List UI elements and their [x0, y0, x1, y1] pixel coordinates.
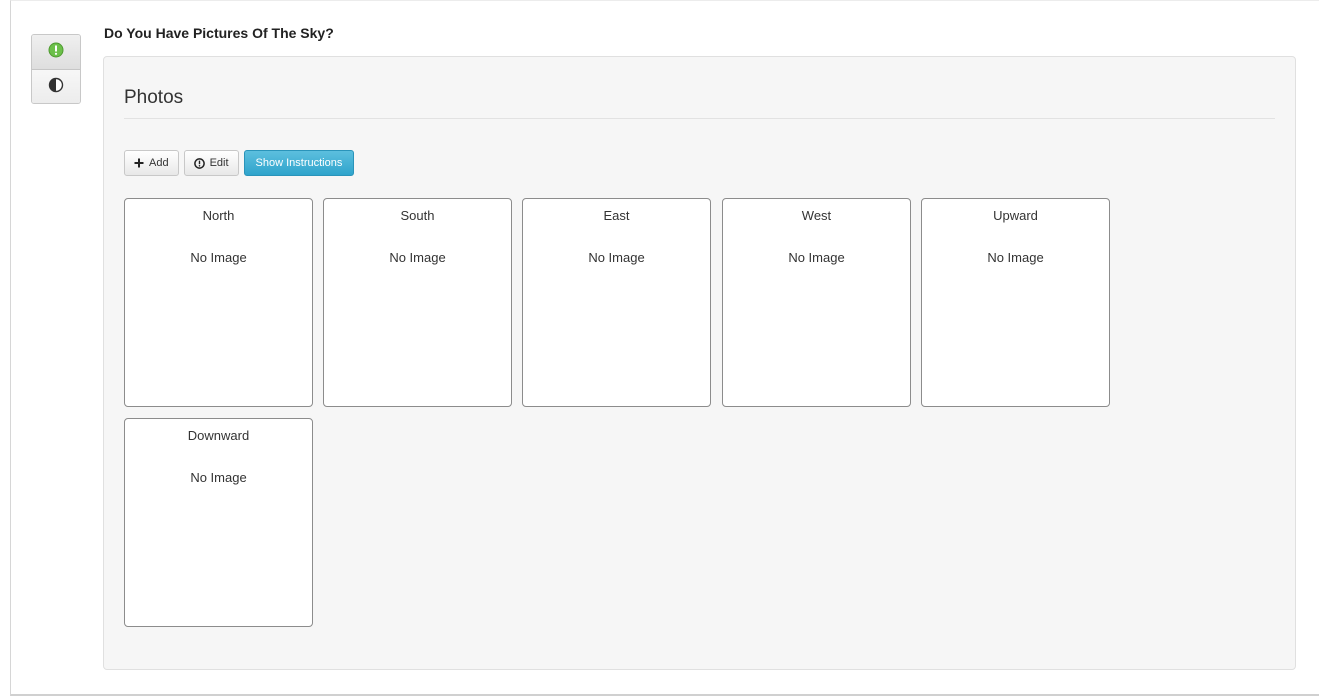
edit-button-label: Edit	[209, 157, 229, 169]
add-button[interactable]: Add	[124, 150, 179, 176]
toolbar: Add Edit Show Instructions	[124, 150, 355, 176]
info-circle-icon	[48, 42, 64, 63]
plus-icon	[134, 158, 144, 168]
photo-card-status: No Image	[588, 250, 645, 265]
sidebar-item-contrast[interactable]	[32, 70, 80, 103]
sidebar-item-info[interactable]	[32, 35, 80, 70]
photo-card-title: West	[801, 208, 832, 223]
section-divider	[124, 118, 1275, 119]
add-button-label: Add	[149, 157, 169, 169]
page-title: Do You Have Pictures Of The Sky?	[104, 25, 334, 41]
show-instructions-button[interactable]: Show Instructions	[243, 150, 355, 176]
edit-button[interactable]: Edit	[183, 150, 239, 176]
section-title: Photos	[124, 87, 184, 108]
photo-card-status: No Image	[788, 250, 845, 265]
photo-card-title: South	[400, 208, 435, 223]
photo-card-status: No Image	[190, 470, 247, 485]
photo-card-upward[interactable]: Upward No Image	[921, 198, 1110, 407]
photo-card-downward[interactable]: Downward No Image	[124, 418, 313, 627]
photo-card-title: East	[603, 208, 630, 223]
photo-card-title: Downward	[187, 428, 250, 443]
photos-panel: Photos Add Edit Show Instructions North …	[103, 56, 1296, 670]
photo-card-status: No Image	[190, 250, 247, 265]
info-icon	[193, 157, 205, 169]
photo-card-title: North	[202, 208, 235, 223]
photo-card-west[interactable]: West No Image	[722, 198, 911, 407]
photo-card-title: Upward	[993, 208, 1038, 223]
photo-card-status: No Image	[987, 250, 1044, 265]
photo-card-east[interactable]: East No Image	[522, 198, 711, 407]
photo-card-north[interactable]: North No Image	[124, 198, 313, 407]
photo-card-south[interactable]: South No Image	[323, 198, 512, 407]
photo-card-status: No Image	[389, 250, 446, 265]
contrast-icon	[48, 77, 64, 98]
sidebar	[31, 34, 81, 104]
